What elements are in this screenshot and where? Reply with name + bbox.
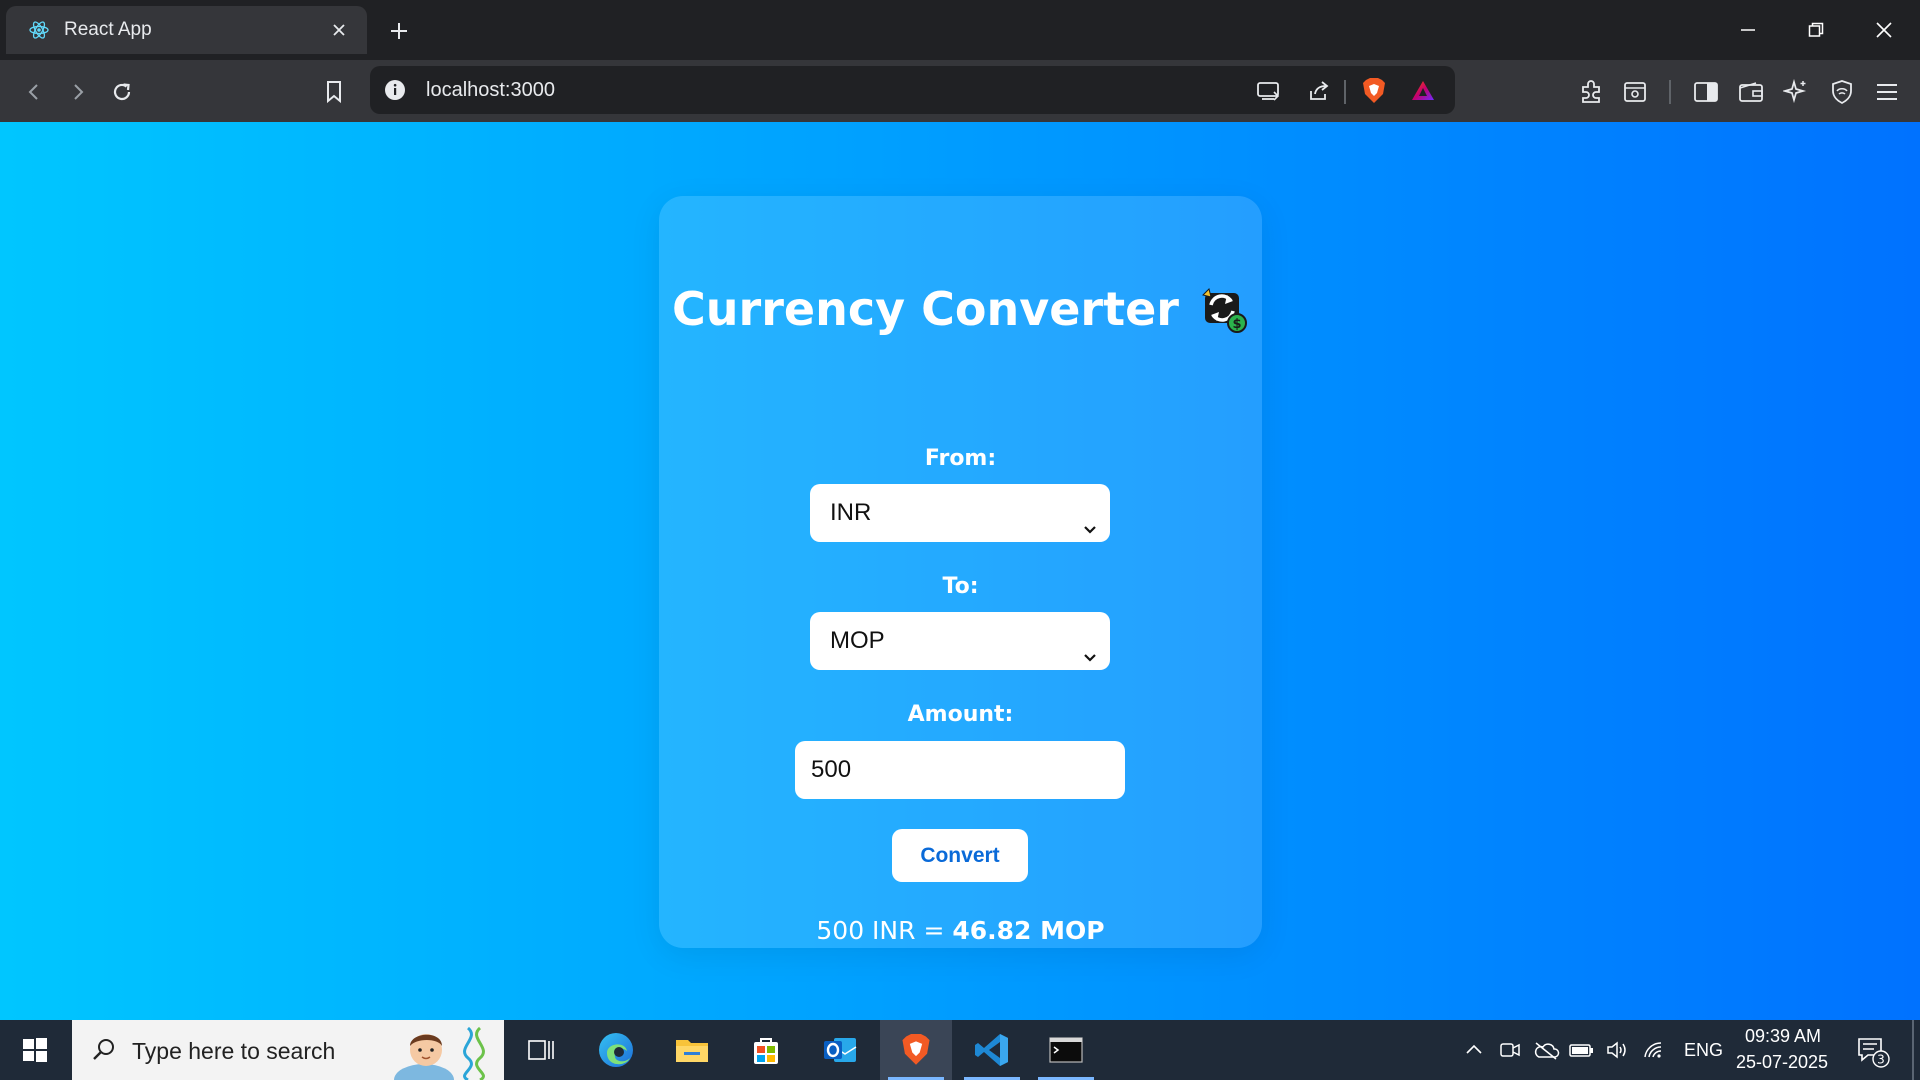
back-arrow-icon[interactable] xyxy=(18,76,50,108)
show-desktop-strip[interactable] xyxy=(1912,1020,1914,1080)
restore-icon[interactable] xyxy=(1798,12,1834,48)
wallet-icon[interactable] xyxy=(1735,76,1767,108)
minimize-icon[interactable] xyxy=(1730,12,1766,48)
cast-icon[interactable] xyxy=(1254,76,1284,106)
clock-time[interactable]: 09:39 AM xyxy=(1738,1026,1828,1047)
to-currency-select[interactable]: MOP xyxy=(810,612,1110,670)
search-placeholder: Type here to search xyxy=(132,1038,336,1064)
react-icon xyxy=(28,19,50,41)
vpn-shield-icon[interactable] xyxy=(1826,76,1858,108)
page-viewport: Currency Converter $ From: INR To: MOP A… xyxy=(0,122,1920,1020)
convert-button[interactable]: Convert xyxy=(892,829,1028,882)
from-currency-select[interactable]: INR xyxy=(810,484,1110,542)
close-window-icon[interactable] xyxy=(1866,12,1902,48)
vscode-icon[interactable] xyxy=(956,1020,1028,1080)
chevron-down-icon xyxy=(1080,631,1100,662)
windows-start-icon[interactable] xyxy=(0,1020,70,1080)
result-value: 46.82 MOP xyxy=(952,916,1105,945)
conversion-result: 500 INR = 46.82 MOP xyxy=(659,916,1262,945)
taskbar-search[interactable]: Type here to search xyxy=(72,1020,504,1080)
close-icon[interactable] xyxy=(327,18,351,42)
notification-count: 3 xyxy=(1877,1053,1885,1067)
clock-date[interactable]: 25-07-2025 xyxy=(1732,1052,1832,1073)
converter-card: Currency Converter $ From: INR To: MOP A… xyxy=(659,196,1262,948)
result-prefix: 500 INR = xyxy=(816,916,945,945)
volume-icon[interactable] xyxy=(1604,1036,1632,1064)
onedrive-icon[interactable] xyxy=(1532,1036,1560,1064)
menu-icon[interactable] xyxy=(1871,76,1903,108)
sparkle-icon[interactable] xyxy=(1780,76,1812,108)
to-label: To: xyxy=(942,574,979,599)
rewards-triangle-icon[interactable] xyxy=(1408,76,1438,106)
brave-icon[interactable] xyxy=(880,1020,952,1080)
file-explorer-icon[interactable] xyxy=(656,1020,728,1080)
toolbar-divider xyxy=(1344,80,1346,104)
share-icon[interactable] xyxy=(1304,76,1334,106)
store-icon[interactable] xyxy=(730,1020,802,1080)
terminal-icon[interactable] xyxy=(1030,1020,1102,1080)
search-highlight-illustration xyxy=(384,1022,496,1080)
info-icon[interactable] xyxy=(384,79,406,101)
sidebar-icon[interactable] xyxy=(1690,76,1722,108)
tab-strip: React App xyxy=(0,0,1920,60)
bookmark-icon[interactable] xyxy=(318,76,350,108)
search-icon xyxy=(90,1036,118,1064)
outlook-icon[interactable] xyxy=(804,1020,876,1080)
plus-icon[interactable] xyxy=(384,16,414,46)
task-view-icon[interactable] xyxy=(505,1020,577,1080)
amount-label: Amount: xyxy=(907,702,1014,727)
forward-arrow-icon[interactable] xyxy=(62,76,94,108)
to-currency-value: MOP xyxy=(830,627,885,654)
windows-taskbar: Type here to search ENG 09:39 AM 25-07-2… xyxy=(0,1020,1920,1080)
tab-title: React App xyxy=(64,19,152,40)
toolbar-divider-2 xyxy=(1669,80,1671,104)
meet-now-icon[interactable] xyxy=(1496,1036,1524,1064)
page-title: Currency Converter $ xyxy=(659,282,1262,336)
amount-input[interactable]: 500 xyxy=(795,741,1125,799)
brave-lion-icon[interactable] xyxy=(1359,76,1389,106)
url-text[interactable]: localhost:3000 xyxy=(426,79,555,102)
chevron-up-icon[interactable] xyxy=(1460,1036,1488,1064)
currency-exchange-icon: $ xyxy=(1197,283,1249,335)
battery-icon[interactable] xyxy=(1568,1036,1596,1064)
reload-icon[interactable] xyxy=(106,76,138,108)
language-indicator[interactable]: ENG xyxy=(1684,1040,1723,1061)
from-currency-value: INR xyxy=(830,499,872,526)
from-label: From: xyxy=(924,446,997,471)
chevron-down-icon xyxy=(1080,503,1100,534)
puzzle-icon[interactable] xyxy=(1575,76,1607,108)
capture-icon[interactable] xyxy=(1619,76,1651,108)
wifi-icon[interactable] xyxy=(1640,1036,1668,1064)
browser-tab[interactable]: React App xyxy=(6,6,367,54)
address-bar[interactable]: localhost:3000 xyxy=(370,66,1455,114)
svg-text:$: $ xyxy=(1232,317,1241,332)
edge-icon[interactable] xyxy=(580,1020,652,1080)
page-title-text: Currency Converter xyxy=(672,282,1179,336)
notification-icon[interactable]: 3 xyxy=(1856,1034,1890,1068)
